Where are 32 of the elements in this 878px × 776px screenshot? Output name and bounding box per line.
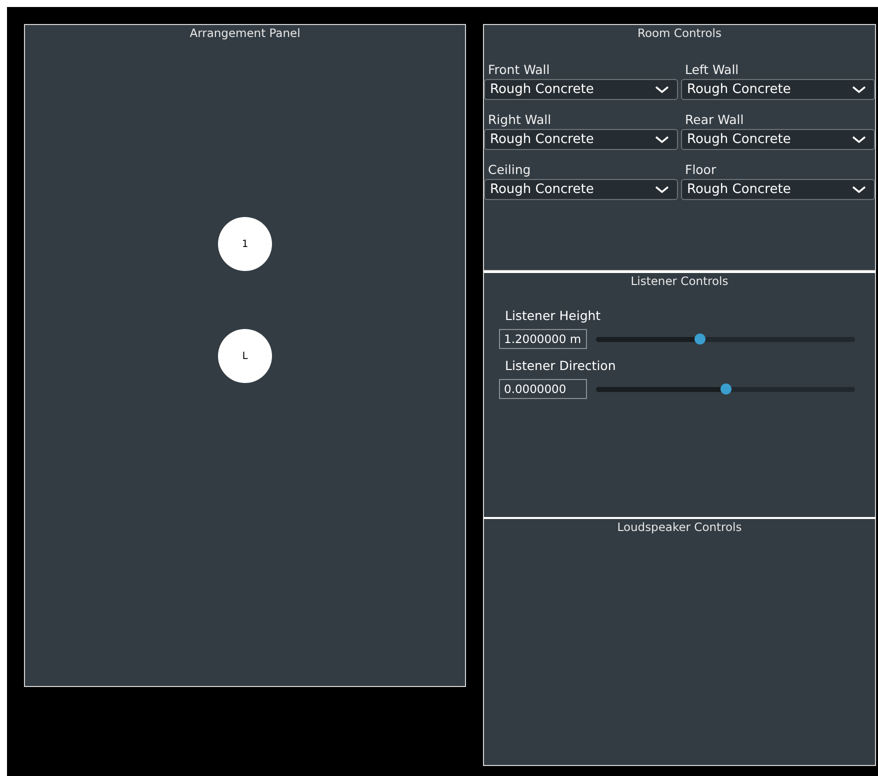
slider-thumb[interactable] bbox=[720, 384, 731, 394]
listener-node[interactable]: L bbox=[218, 329, 272, 383]
field-label: Ceiling bbox=[487, 162, 532, 177]
dropdown[interactable]: Rough Concrete bbox=[484, 79, 678, 100]
dropdown[interactable]: Rough Concrete bbox=[681, 129, 875, 150]
panel-title: Room Controls bbox=[636, 25, 722, 40]
dropdown[interactable]: Rough Concrete bbox=[484, 129, 678, 150]
chevron-icon bbox=[655, 186, 669, 194]
panel-title: Listener Controls bbox=[630, 273, 730, 288]
slider-track[interactable] bbox=[596, 386, 855, 392]
chevron-icon bbox=[852, 136, 866, 144]
speaker-node[interactable]: 1 bbox=[218, 217, 272, 271]
slider-thumb[interactable] bbox=[694, 334, 706, 344]
dropdown[interactable]: Rough Concrete bbox=[681, 79, 875, 100]
slider-label: Listener Direction bbox=[504, 358, 617, 374]
slider-label: Listener Height bbox=[504, 308, 602, 324]
field-label: Left Wall bbox=[684, 62, 740, 77]
chevron-icon bbox=[852, 86, 866, 94]
slider-track[interactable] bbox=[596, 336, 855, 342]
value-field[interactable]: 0.0000000 bbox=[499, 379, 587, 399]
field-label: Right Wall bbox=[487, 112, 552, 127]
panel-title: Arrangement Panel bbox=[188, 25, 302, 40]
chevron-icon bbox=[655, 86, 669, 94]
dropdown[interactable]: Rough Concrete bbox=[484, 179, 678, 200]
field-label: Floor bbox=[684, 162, 718, 177]
value-field[interactable]: 1.2000000 m bbox=[499, 329, 587, 349]
panel-title: Loudspeaker Controls bbox=[616, 519, 743, 534]
field-label: Front Wall bbox=[487, 62, 551, 77]
field-label: Rear Wall bbox=[684, 112, 745, 127]
chevron-icon bbox=[852, 186, 866, 194]
chevron-icon bbox=[655, 136, 669, 144]
dropdown[interactable]: Rough Concrete bbox=[681, 179, 875, 200]
